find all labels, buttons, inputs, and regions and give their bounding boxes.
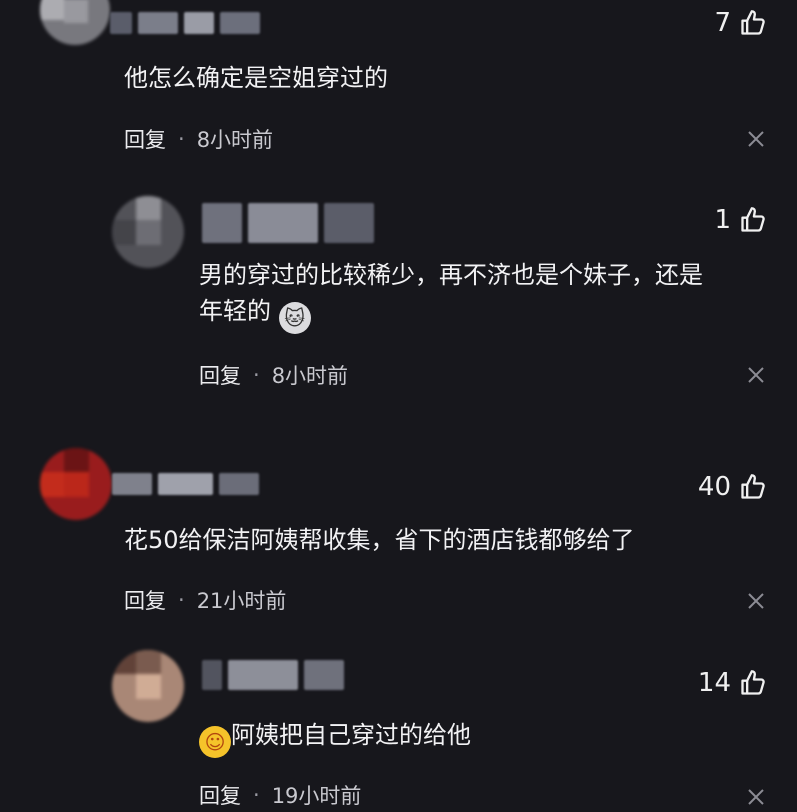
reply-button[interactable]: 回复 — [124, 585, 166, 615]
reply-button[interactable]: 回复 — [199, 360, 241, 390]
comment-text: 花50给保洁阿姨帮收集，省下的酒店钱都够给了 — [124, 526, 635, 554]
username-blurred[interactable] — [202, 660, 344, 690]
avatar[interactable] — [112, 196, 184, 268]
like-count[interactable]: 1 — [714, 205, 767, 235]
comment-meta: 回复 · 21小时前 — [124, 585, 286, 615]
comment-text: 他怎么确定是空姐穿过的 — [124, 64, 388, 92]
like-count-value: 40 — [697, 472, 731, 502]
thumbs-up-icon[interactable] — [739, 206, 767, 234]
like-count-value: 1 — [714, 205, 731, 235]
close-icon[interactable] — [745, 590, 767, 612]
like-count-value: 14 — [697, 668, 731, 698]
separator-dot: · — [178, 127, 185, 151]
separator-dot: · — [253, 363, 260, 387]
close-icon[interactable] — [745, 786, 767, 808]
like-count[interactable]: 14 — [698, 668, 767, 698]
thumbs-up-icon[interactable] — [739, 669, 767, 697]
username-blurred[interactable] — [110, 12, 260, 34]
timestamp: 21小时前 — [196, 589, 287, 613]
comment-meta: 回复 · 8小时前 — [124, 124, 273, 154]
thumbs-up-icon[interactable] — [739, 9, 767, 37]
close-icon[interactable] — [745, 364, 767, 386]
separator-dot: · — [178, 588, 185, 612]
avatar[interactable] — [40, 448, 112, 520]
avatar[interactable] — [112, 650, 184, 722]
comment-text-line2-text: 年轻的 — [199, 297, 271, 325]
username-blurred[interactable] — [202, 203, 374, 243]
comment-meta: 回复 · 19小时前 — [199, 780, 361, 810]
comment-text-line1: 男的穿过的比较稀少，再不济也是个妹子，还是 — [199, 261, 703, 289]
username-blurred[interactable] — [112, 473, 259, 495]
timestamp: 8小时前 — [271, 364, 349, 388]
comment-text-line2: 年轻的 🐱︎ — [199, 293, 703, 334]
reply-button[interactable]: 回复 — [124, 124, 166, 154]
comment-text: 男的穿过的比较稀少，再不济也是个妹子，还是 年轻的 🐱︎ — [199, 257, 703, 334]
comment-text-body: 阿姨把自己穿过的给他 — [231, 721, 471, 749]
comment-meta: 回复 · 8小时前 — [199, 360, 348, 390]
timestamp: 8小时前 — [196, 128, 274, 152]
thumbs-up-icon[interactable] — [739, 473, 767, 501]
like-count[interactable]: 40 — [698, 472, 767, 502]
timestamp: 19小时前 — [271, 784, 362, 808]
like-count[interactable]: 7 — [714, 8, 767, 38]
like-count-value: 7 — [714, 8, 731, 38]
blushing-face-emoji-icon: ☺︎ — [199, 726, 231, 758]
reply-button[interactable]: 回复 — [199, 780, 241, 810]
comment-text: ☺︎ 阿姨把自己穿过的给他 — [199, 717, 471, 758]
avatar[interactable] — [40, 0, 110, 45]
separator-dot: · — [253, 783, 260, 807]
cat-emoji-icon: 🐱︎ — [278, 302, 311, 334]
close-icon[interactable] — [745, 128, 767, 150]
